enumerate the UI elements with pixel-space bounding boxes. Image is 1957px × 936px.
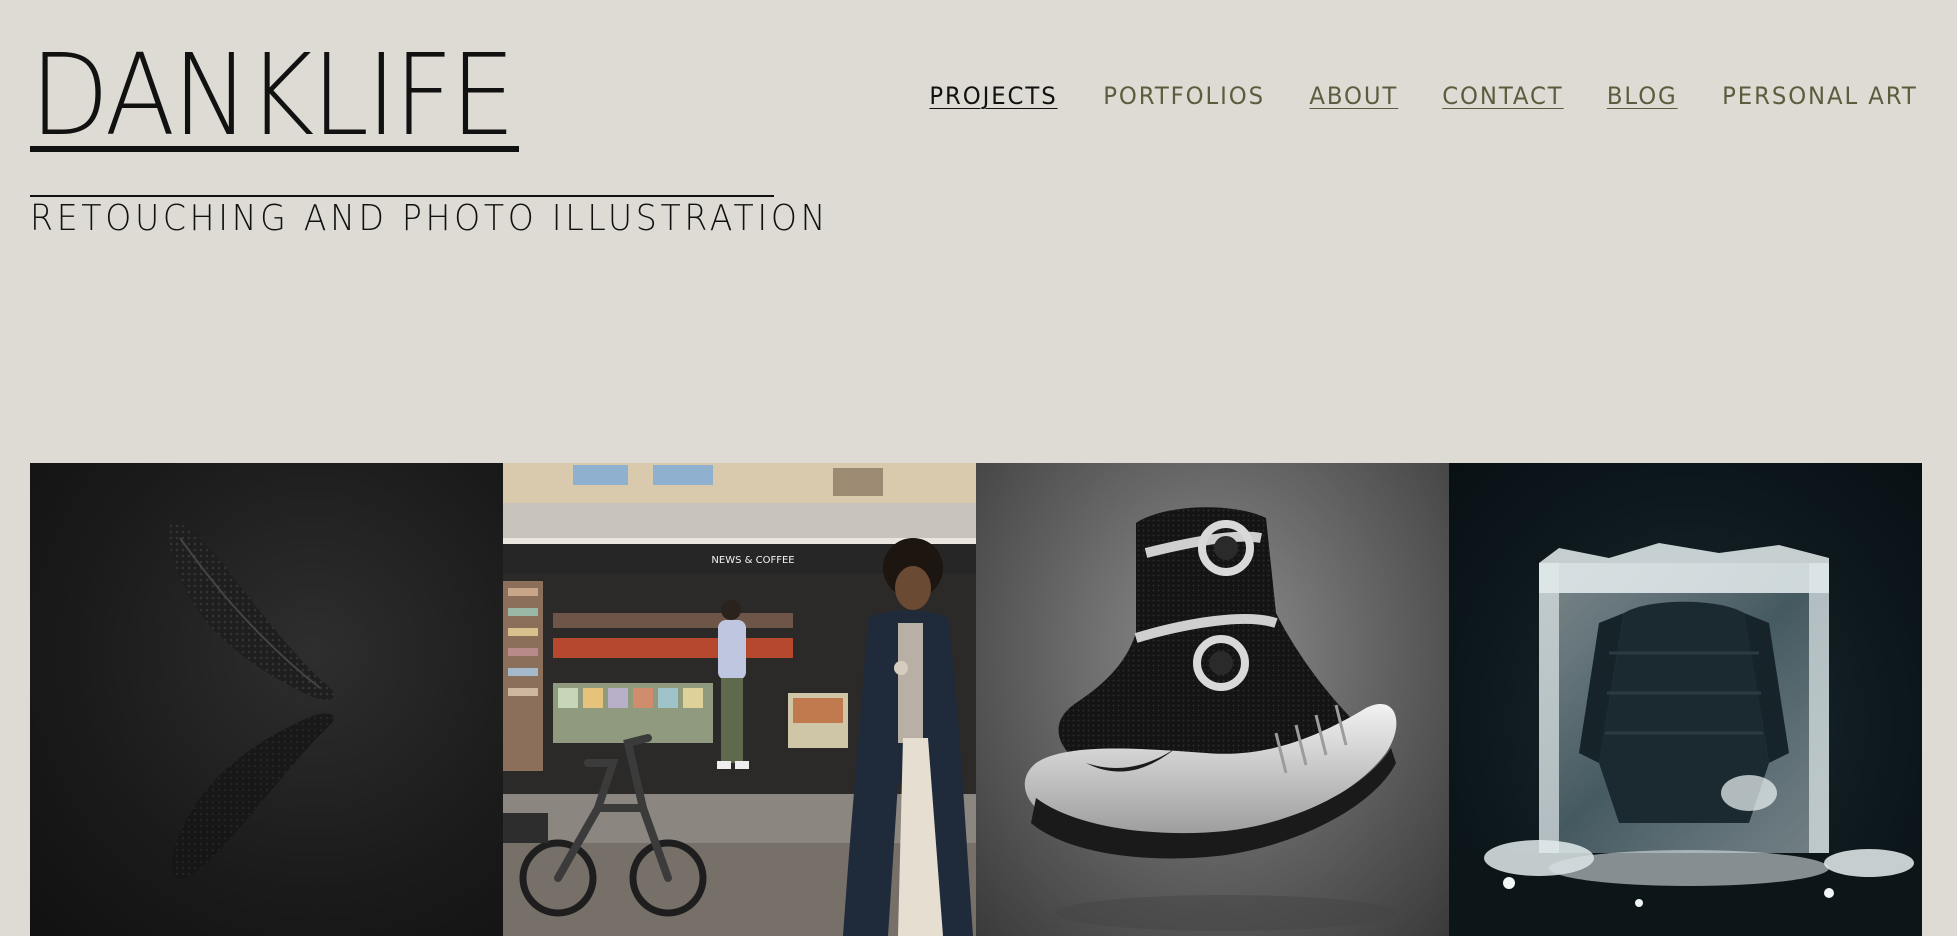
project-gallery: NEWS & COFFEE [30, 463, 1923, 936]
nav-about[interactable]: ABOUT [1310, 82, 1399, 110]
logo-underline [30, 146, 519, 152]
nav-blog[interactable]: BLOG [1607, 82, 1678, 110]
nav-contact[interactable]: CONTACT [1442, 82, 1563, 110]
gallery-tile-shoe-reflection[interactable] [30, 463, 503, 936]
jacket-in-ice-block-image [1449, 543, 1922, 936]
main-nav: PROJECTS PORTFOLIOS ABOUT CONTACT BLOG P… [926, 82, 1923, 110]
newsstand-sign: NEWS & COFFEE [711, 555, 794, 566]
gallery-tile-sneaker[interactable] [976, 463, 1449, 936]
newsstand-street-scene-image: NEWS & COFFEE [503, 463, 976, 936]
gallery-tile-ice-jacket[interactable] [1449, 463, 1922, 936]
nav-portfolios[interactable]: PORTFOLIOS [1103, 82, 1265, 110]
gallery-tile-newsstand[interactable]: NEWS & COFFEE [503, 463, 976, 936]
tagline-rule [30, 195, 774, 197]
nav-projects[interactable]: PROJECTS [930, 82, 1058, 110]
nike-sneaker-image [1024, 507, 1397, 931]
nav-personal-art[interactable]: PERSONAL ART [1722, 82, 1918, 110]
site-logo[interactable]: DANKLIFE [30, 40, 516, 152]
black-shoe-reflection-image [169, 523, 335, 879]
site-tagline: RETOUCHING AND PHOTO ILLUSTRATION [30, 198, 830, 239]
